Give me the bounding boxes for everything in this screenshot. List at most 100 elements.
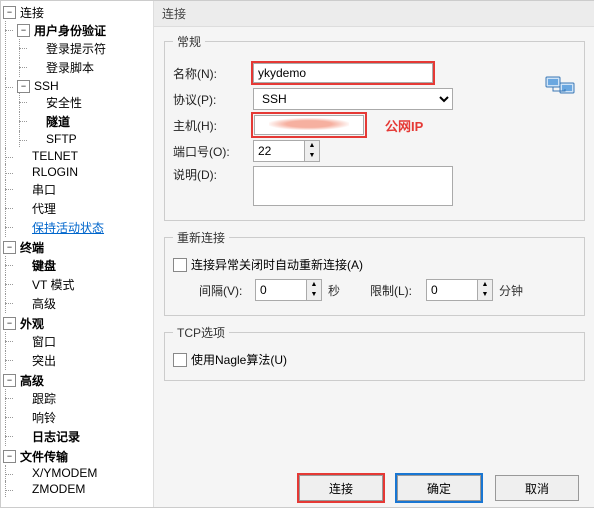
limit-input[interactable] xyxy=(427,280,477,300)
connect-button[interactable]: 连接 xyxy=(299,475,383,501)
stepper-down-icon[interactable]: ▼ xyxy=(307,290,321,300)
tcp-group: TCP选项 使用Nagle算法(U) xyxy=(164,324,585,381)
tree-item-highlight[interactable]: 突出 xyxy=(15,352,153,369)
tree-item-serial[interactable]: 串口 xyxy=(15,181,153,198)
stepper-down-icon[interactable]: ▼ xyxy=(478,290,492,300)
tree-label: 日志记录 xyxy=(32,428,80,445)
interval-unit: 秒 xyxy=(328,282,340,299)
interval-input[interactable] xyxy=(256,280,306,300)
tree-item-ssh[interactable]: −SSH xyxy=(15,79,153,93)
tree-item-telnet[interactable]: TELNET xyxy=(15,149,153,163)
port-stepper[interactable]: ▲▼ xyxy=(253,140,320,162)
collapse-icon[interactable]: − xyxy=(17,24,30,37)
dialog-button-bar: 连接 确定 取消 xyxy=(153,475,594,501)
network-computers-icon xyxy=(545,73,577,101)
ok-button[interactable]: 确定 xyxy=(397,475,481,501)
collapse-icon[interactable]: − xyxy=(3,374,16,387)
nagle-label: 使用Nagle算法(U) xyxy=(191,351,287,368)
tree-item-advanced[interactable]: −高级 xyxy=(1,372,153,389)
tree-item-terminal-adv[interactable]: 高级 xyxy=(15,295,153,312)
host-annotation: 公网IP xyxy=(385,116,423,135)
tree-item-trace[interactable]: 跟踪 xyxy=(15,390,153,407)
cancel-button[interactable]: 取消 xyxy=(495,475,579,501)
tree-label: 安全性 xyxy=(46,94,82,111)
protocol-label: 协议(P): xyxy=(173,91,253,108)
redaction-smudge-icon xyxy=(269,118,349,130)
connection-settings-window: −连接 −用户身份验证 登录提示符 登录脚本 −SSH 安全性 隧道 xyxy=(0,0,594,508)
collapse-icon[interactable]: − xyxy=(3,317,16,330)
tree-item-appearance[interactable]: −外观 xyxy=(1,315,153,332)
category-tree: −连接 −用户身份验证 登录提示符 登录脚本 −SSH 安全性 隧道 xyxy=(1,3,153,498)
tree-label: SSH xyxy=(34,79,59,93)
reconnect-legend: 重新连接 xyxy=(173,229,229,246)
auto-reconnect-label: 连接异常关闭时自动重新连接(A) xyxy=(191,256,363,273)
tree-item-bell[interactable]: 响铃 xyxy=(15,409,153,426)
interval-stepper[interactable]: ▲▼ xyxy=(255,279,322,301)
tree-item-sftp[interactable]: SFTP xyxy=(29,132,153,146)
tree-item-login-script[interactable]: 登录脚本 xyxy=(29,59,153,76)
tree-label: 高级 xyxy=(20,372,44,389)
tree-item-zmodem[interactable]: ZMODEM xyxy=(15,482,153,496)
tree-label: 保持活动状态 xyxy=(32,219,104,236)
port-label: 端口号(O): xyxy=(173,143,253,160)
tree-label: 键盘 xyxy=(32,257,56,274)
tree-item-xymodem[interactable]: X/YMODEM xyxy=(15,466,153,480)
limit-stepper[interactable]: ▲▼ xyxy=(426,279,493,301)
host-label: 主机(H): xyxy=(173,117,253,134)
tree-label: 代理 xyxy=(32,200,56,217)
tree-item-security[interactable]: 安全性 xyxy=(29,94,153,111)
tree-label: 终端 xyxy=(20,239,44,256)
tree-label: 隧道 xyxy=(46,113,70,130)
tree-label: 窗口 xyxy=(32,333,56,350)
tree-label: 文件传输 xyxy=(20,448,68,465)
tree-label: 高级 xyxy=(32,295,56,312)
tree-item-vtmode[interactable]: VT 模式 xyxy=(15,276,153,293)
tree-item-keepalive[interactable]: 保持活动状态 xyxy=(15,219,153,236)
name-label: 名称(N): xyxy=(173,65,253,82)
auto-reconnect-checkbox[interactable]: 连接异常关闭时自动重新连接(A) xyxy=(173,256,363,273)
form-area: 常规 名称(N): 协议(P): SSH 主机(H): 公网IP xyxy=(154,27,594,507)
nagle-checkbox[interactable]: 使用Nagle算法(U) xyxy=(173,351,287,368)
collapse-icon[interactable]: − xyxy=(3,241,16,254)
tcp-legend: TCP选项 xyxy=(173,324,229,341)
tree-label: 登录脚本 xyxy=(46,59,94,76)
tree-label: 外观 xyxy=(20,315,44,332)
tree-item-terminal[interactable]: −终端 xyxy=(1,239,153,256)
stepper-up-icon[interactable]: ▲ xyxy=(307,280,321,290)
tree-item-rlogin[interactable]: RLOGIN xyxy=(15,165,153,179)
desc-textarea[interactable] xyxy=(253,166,453,206)
tree-root-connection[interactable]: −连接 xyxy=(1,4,153,21)
reconnect-group: 重新连接 连接异常关闭时自动重新连接(A) 间隔(V): ▲▼ 秒 限制(L): xyxy=(164,229,585,316)
port-input[interactable] xyxy=(254,141,304,161)
tree-item-filetransfer[interactable]: −文件传输 xyxy=(1,448,153,465)
limit-unit: 分钟 xyxy=(499,282,523,299)
collapse-icon[interactable]: − xyxy=(3,450,16,463)
tree-label: 用户身份验证 xyxy=(34,22,106,39)
category-sidebar: −连接 −用户身份验证 登录提示符 登录脚本 −SSH 安全性 隧道 xyxy=(1,1,154,507)
tree-item-tunnel[interactable]: 隧道 xyxy=(29,113,153,130)
tree-item-window[interactable]: 窗口 xyxy=(15,333,153,350)
stepper-up-icon[interactable]: ▲ xyxy=(305,141,319,151)
tree-label: 连接 xyxy=(20,4,44,21)
protocol-select[interactable]: SSH xyxy=(253,88,453,110)
page-title: 连接 xyxy=(154,1,594,27)
checkbox-icon xyxy=(173,353,187,367)
tree-label: TELNET xyxy=(32,149,78,163)
tree-label: VT 模式 xyxy=(32,276,74,293)
limit-label: 限制(L): xyxy=(370,282,426,299)
tree-item-log[interactable]: 日志记录 xyxy=(15,428,153,445)
stepper-up-icon[interactable]: ▲ xyxy=(478,280,492,290)
desc-label: 说明(D): xyxy=(173,166,253,183)
collapse-icon[interactable]: − xyxy=(3,6,16,19)
tree-item-login-prompt[interactable]: 登录提示符 xyxy=(29,40,153,57)
interval-label: 间隔(V): xyxy=(199,282,255,299)
tree-label: 响铃 xyxy=(32,409,56,426)
general-group: 常规 名称(N): 协议(P): SSH 主机(H): 公网IP xyxy=(164,33,585,221)
tree-label: 跟踪 xyxy=(32,390,56,407)
tree-item-keyboard[interactable]: 键盘 xyxy=(15,257,153,274)
collapse-icon[interactable]: − xyxy=(17,80,30,93)
stepper-down-icon[interactable]: ▼ xyxy=(305,151,319,161)
tree-item-proxy[interactable]: 代理 xyxy=(15,200,153,217)
name-input[interactable] xyxy=(253,63,433,83)
tree-item-auth[interactable]: −用户身份验证 xyxy=(15,22,153,39)
